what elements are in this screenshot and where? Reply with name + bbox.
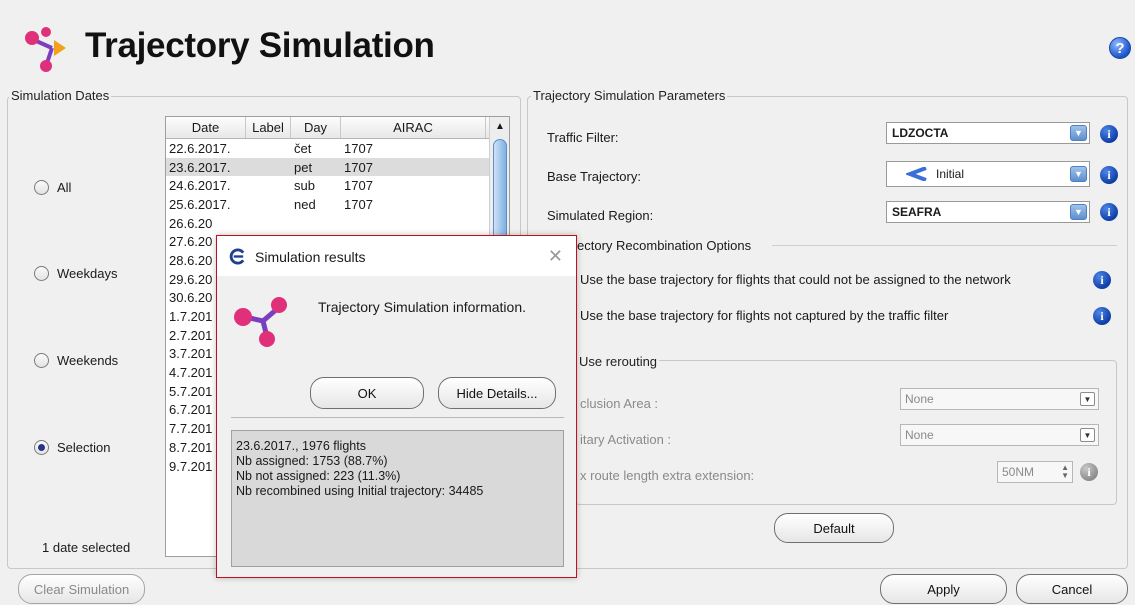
info-icon[interactable]: i <box>1080 463 1098 481</box>
info-icon[interactable]: i <box>1093 271 1111 289</box>
cell-date: 24.6.2017. <box>169 178 231 194</box>
military-activation-value: None <box>905 428 934 442</box>
dialog-message: Trajectory Simulation information. <box>318 299 527 315</box>
close-icon[interactable]: ✕ <box>548 246 563 267</box>
recombination-section-title: ectory Recombination Options <box>577 238 752 253</box>
cell-date: 23.6.2017. <box>169 159 231 175</box>
default-button[interactable]: Default <box>774 513 894 543</box>
option-unassigned-flights[interactable]: Use the base trajectory for flights that… <box>580 272 1011 287</box>
base-trajectory-value: Initial <box>936 167 965 181</box>
chevron-down-icon[interactable]: ▼ <box>1070 125 1087 141</box>
cell-day: čet <box>294 140 312 156</box>
simulation-results-dialog[interactable]: Simulation results ✕ Trajectory Simulati… <box>216 235 577 578</box>
column-header-airac[interactable]: AIRAC <box>341 117 486 138</box>
simulated-region-label: Simulated Region: <box>547 208 654 223</box>
cell-date: 26.6.20 <box>169 215 213 231</box>
trajectory-logo-icon <box>234 297 287 347</box>
dialog-divider <box>231 417 564 418</box>
chevron-down-icon[interactable]: ▼ <box>1070 166 1087 182</box>
app-logo-icon <box>25 27 66 72</box>
details-line: Nb recombined using Initial trajectory: … <box>236 484 484 498</box>
info-icon[interactable]: i <box>1100 203 1118 221</box>
cell-airac: 1707 <box>344 140 373 156</box>
ok-button[interactable]: OK <box>310 377 424 409</box>
column-header-date[interactable]: Date <box>166 117 246 138</box>
table-row[interactable]: 26.6.20 <box>166 214 509 233</box>
radio-label-all: All <box>57 180 72 195</box>
page-title: Trajectory Simulation <box>85 26 435 65</box>
dates-selected-count: 1 date selected <box>42 540 131 555</box>
traffic-filter-value: LDZOCTA <box>892 126 949 140</box>
radio-indicator-checked[interactable] <box>34 440 49 455</box>
chevron-down-icon[interactable]: ▼ <box>1070 204 1087 220</box>
simulated-region-value: SEAFRA <box>892 205 942 219</box>
apply-button[interactable]: Apply <box>880 574 1007 604</box>
clear-simulation-button[interactable]: Clear Simulation <box>18 574 145 604</box>
info-icon[interactable]: i <box>1100 125 1118 143</box>
parameters-legend: Trajectory Simulation Parameters <box>531 88 728 103</box>
table-row[interactable]: 22.6.2017. čet 1707 <box>166 139 509 158</box>
cancel-button[interactable]: Cancel <box>1016 574 1128 604</box>
military-activation-label: itary Activation : <box>580 432 672 447</box>
radio-weekends[interactable]: Weekends <box>34 353 118 368</box>
radio-all[interactable]: All <box>34 180 71 195</box>
simulation-dates-legend: Simulation Dates <box>9 88 112 103</box>
table-row[interactable]: 23.6.2017. pet 1707 <box>166 157 509 177</box>
exclusion-area-label: clusion Area : <box>580 396 659 411</box>
exclusion-area-select[interactable]: None ▼ <box>900 388 1099 410</box>
chevron-down-icon[interactable]: ▼ <box>1080 428 1095 442</box>
table-row[interactable]: 24.6.2017. sub 1707 <box>166 176 509 195</box>
max-route-extension-label: x route length extra extension: <box>580 468 755 483</box>
cell-day: pet <box>294 159 313 175</box>
exclusion-area-value: None <box>905 392 934 406</box>
max-route-extension-value: 50NM <box>1002 465 1035 479</box>
hide-details-button[interactable]: Hide Details... <box>438 377 556 409</box>
option-uncaptured-flights[interactable]: Use the base trajectory for flights not … <box>580 308 948 323</box>
radio-label-weekdays: Weekdays <box>57 266 118 281</box>
cell-airac: 1707 <box>344 178 373 194</box>
dates-table-header: Date Label Day AIRAC <box>166 117 509 139</box>
max-route-extension-spinbox[interactable]: 50NM ▲ ▼ <box>997 461 1073 483</box>
help-icon[interactable]: ? <box>1109 37 1131 59</box>
radio-indicator[interactable] <box>34 180 49 195</box>
radio-label-weekends: Weekends <box>57 353 119 368</box>
dialog-details-text[interactable]: 23.6.2017., 1976 flights Nb assigned: 17… <box>231 430 564 567</box>
cell-date: 25.6.2017. <box>169 196 231 212</box>
dialog-title-bar[interactable]: Simulation results ✕ <box>217 236 576 276</box>
info-icon[interactable]: i <box>1093 307 1111 325</box>
details-line: Nb not assigned: 223 (11.3%) <box>236 469 401 483</box>
cell-date: 22.6.2017. <box>169 140 231 156</box>
radio-label-selection: Selection <box>57 440 111 455</box>
cell-airac: 1707 <box>344 196 373 212</box>
trajectory-icon <box>906 167 927 181</box>
details-line: Nb assigned: 1753 (88.7%) <box>236 454 388 468</box>
cell-day: sub <box>294 178 315 194</box>
table-row[interactable]: 25.6.2017. ned 1707 <box>166 195 509 214</box>
radio-selection[interactable]: Selection <box>34 440 110 455</box>
radio-indicator[interactable] <box>34 353 49 368</box>
scroll-up-arrow-icon[interactable]: ▲ <box>490 117 509 135</box>
simulated-region-select[interactable]: SEAFRA ▼ <box>886 201 1090 223</box>
base-trajectory-select[interactable]: Initial ▼ <box>886 161 1090 187</box>
section-divider <box>772 245 1117 246</box>
traffic-filter-select[interactable]: LDZOCTA ▼ <box>886 122 1090 144</box>
military-activation-select[interactable]: None ▼ <box>900 424 1099 446</box>
cell-airac: 1707 <box>344 159 373 175</box>
base-trajectory-label: Base Trajectory: <box>547 169 641 184</box>
dialog-title: Simulation results <box>255 249 366 265</box>
cell-day: ned <box>294 196 316 212</box>
app-e-logo-icon <box>229 248 245 265</box>
traffic-filter-label: Traffic Filter: <box>547 130 619 145</box>
column-header-label[interactable]: Label <box>246 117 291 138</box>
column-header-day[interactable]: Day <box>291 117 341 138</box>
radio-indicator[interactable] <box>34 266 49 281</box>
spin-arrows-icon[interactable]: ▲ ▼ <box>1061 464 1069 480</box>
rerouting-checkbox-label[interactable]: Use rerouting <box>577 354 660 369</box>
info-icon[interactable]: i <box>1100 166 1118 184</box>
chevron-down-icon[interactable]: ▼ <box>1080 392 1095 406</box>
radio-weekdays[interactable]: Weekdays <box>34 266 117 281</box>
details-line: 23.6.2017., 1976 flights <box>236 439 366 453</box>
